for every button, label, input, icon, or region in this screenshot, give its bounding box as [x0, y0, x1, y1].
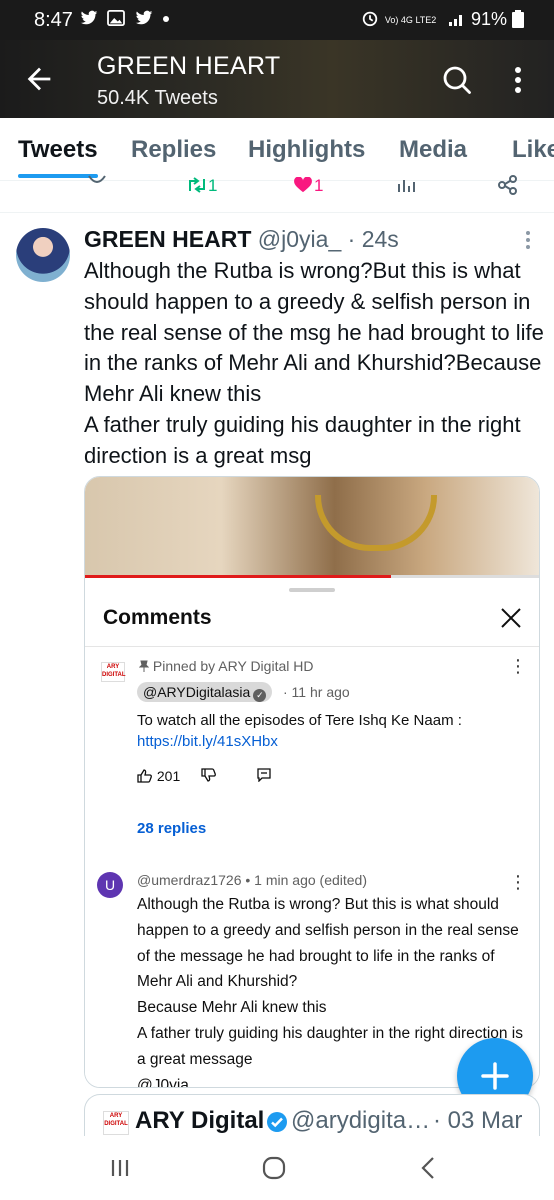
like-button[interactable]: 1	[292, 176, 323, 196]
tab-media[interactable]: Media	[399, 136, 467, 164]
comments-separator	[85, 646, 539, 647]
comments-title: Comments	[103, 606, 212, 629]
alarm-icon	[362, 11, 378, 27]
like-count-yt: 201	[156, 768, 181, 784]
retweet-icon	[189, 177, 205, 193]
next-tweet-handle: @arydigita…	[291, 1107, 431, 1134]
comment-likes: 201	[137, 768, 180, 784]
tab-tweets[interactable]: Tweets	[18, 136, 98, 164]
home-icon[interactable]	[261, 1156, 287, 1180]
tweet-more-icon[interactable]	[520, 228, 536, 252]
search-icon[interactable]	[436, 60, 476, 100]
comments-sheet: Comments ARY DIGITAL Pinned by ARY Digita…	[85, 578, 539, 1087]
next-tweet-author: ARY Digital	[135, 1107, 265, 1134]
pinned-label: Pinned by ARY Digital HD	[138, 658, 314, 674]
gallery-icon	[107, 10, 126, 26]
profile-header: GREEN HEART 50.4K Tweets	[0, 40, 554, 118]
status-right: Vo) 4G LTE2 91%	[360, 9, 524, 30]
views-icon[interactable]	[396, 176, 416, 194]
tweet-author-name[interactable]: GREEN HEART	[84, 226, 251, 252]
retweet-count: 1	[208, 176, 218, 195]
status-bar: 8:47 Vo) 4G LTE2 91%	[0, 0, 554, 40]
prev-tweet-actions: 1 1	[0, 170, 554, 210]
profile-title: GREEN HEART	[97, 52, 281, 80]
verified-icon: ✓	[253, 689, 267, 702]
battery-icon	[512, 10, 524, 28]
video-still	[85, 477, 539, 577]
back-icon[interactable]	[420, 1156, 436, 1180]
comment-age: · 11 hr ago	[283, 684, 350, 700]
channel-logo: ARY DIGITAL	[101, 662, 126, 682]
more-options-icon[interactable]	[498, 60, 538, 100]
pin-icon	[138, 660, 150, 672]
thumbs-down-icon	[201, 768, 216, 782]
pinned-by: Pinned by ARY Digital HD	[152, 658, 314, 674]
tweet-count: 50.4K Tweets	[97, 87, 218, 109]
channel-name: @ARYDigitalasia	[143, 684, 251, 700]
tab-likes[interactable]: Likes	[512, 136, 554, 164]
close-icon	[501, 608, 521, 628]
verified-badge-icon	[267, 1112, 287, 1132]
tweet-divider	[0, 212, 554, 213]
notification-icons	[80, 10, 170, 31]
thumbs-up-icon	[137, 769, 152, 783]
necklace-image	[315, 495, 437, 551]
comment-more-icon: ⋮	[509, 872, 527, 892]
drag-handle	[289, 588, 335, 592]
commenter-avatar: U	[97, 872, 123, 898]
pinned-comment-link: https://bit.ly/41sXHbx	[137, 733, 278, 750]
share-icon[interactable]	[498, 175, 518, 195]
signal-icon	[448, 15, 462, 26]
avatar[interactable]	[16, 228, 70, 282]
ary-logo: ARY DIGITAL	[103, 1111, 129, 1135]
replies-link: 28 replies	[137, 820, 207, 837]
tweet-author-handle[interactable]: @j0yia_	[258, 226, 341, 252]
network-label: Vo) 4G LTE2	[384, 15, 437, 25]
comment-more-icon: ⋮	[509, 656, 527, 676]
recent-apps-icon[interactable]	[108, 1156, 132, 1180]
back-arrow-icon[interactable]	[22, 62, 56, 96]
tab-highlights[interactable]: Highlights	[248, 136, 365, 164]
system-navigation-bar	[0, 1136, 554, 1200]
reply-icon[interactable]	[86, 174, 108, 192]
twitter-icon	[135, 10, 153, 25]
status-time: 8:47	[34, 9, 73, 31]
tweet-media[interactable]: Comments ARY DIGITAL Pinned by ARY Digita…	[84, 476, 540, 1088]
channel-badge: @ARYDigitalasia ✓	[137, 682, 273, 702]
tweet-text: Although the Rutba is wrong?But this is …	[84, 258, 544, 468]
twitter-icon	[80, 10, 98, 25]
commenter-header: @umerdraz1726 • 1 min ago (edited)	[137, 872, 368, 888]
next-tweet-date: · 03 Mar	[433, 1107, 523, 1134]
retweet-button[interactable]: 1	[186, 176, 217, 196]
heart-icon	[294, 176, 312, 193]
like-count: 1	[314, 176, 324, 195]
dot-icon	[163, 16, 170, 22]
battery-percent: 91%	[470, 9, 507, 29]
tweet-time: · 24s	[347, 226, 399, 252]
tweet-header: GREEN HEART @j0yia_ · 24s	[84, 226, 399, 253]
tab-replies[interactable]: Replies	[131, 136, 216, 164]
reply-comment-icon	[257, 768, 271, 782]
pinned-comment-text: To watch all the episodes of Tere Ishq K…	[137, 712, 462, 729]
